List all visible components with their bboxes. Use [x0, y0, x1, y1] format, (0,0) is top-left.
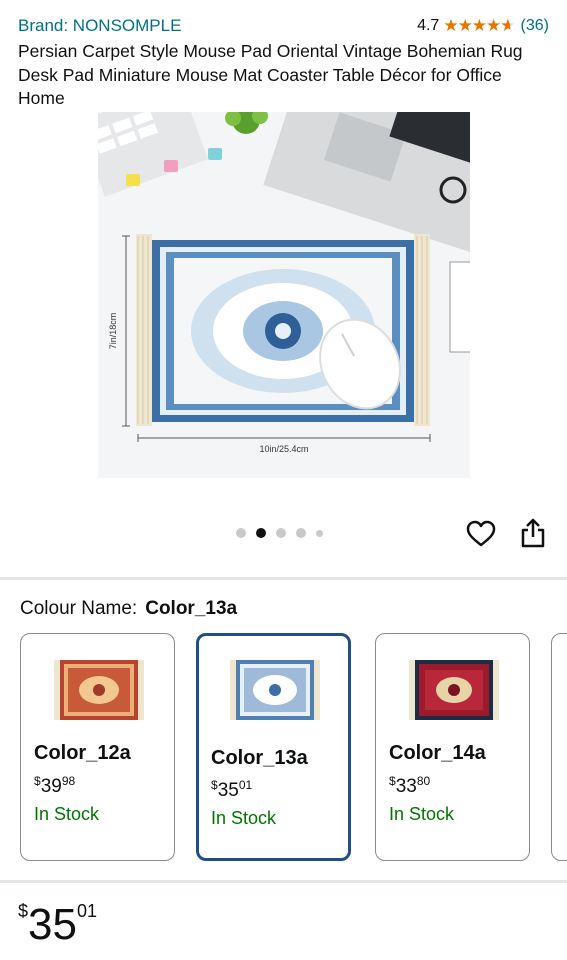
colour-swatch-option[interactable]: Color_12a $3998 In Stock — [20, 633, 175, 861]
price-currency: $ — [18, 901, 29, 921]
section-divider — [0, 880, 567, 883]
stock-status: In Stock — [389, 804, 455, 824]
star-icon: ★★★★★ ★ — [443, 16, 515, 35]
brand-link[interactable]: Brand: NONSOMPLE — [18, 16, 181, 36]
swatch-thumbnail — [54, 658, 144, 722]
carousel-dot[interactable] — [316, 529, 323, 537]
stock-status: In Stock — [34, 804, 100, 824]
rating-value: 4.7 — [417, 17, 440, 34]
swatch-name: Color_13a — [211, 747, 308, 769]
swatch-name: Color_14a — [389, 742, 486, 764]
swatch-price: $3501 — [211, 778, 253, 801]
swatch-name: Color_12a — [34, 742, 131, 764]
product-title: Persian Carpet Style Mouse Pad Oriental … — [18, 41, 523, 108]
colour-name-label: Colour Name: — [20, 598, 138, 619]
carousel-dots[interactable] — [236, 528, 333, 538]
colour-swatch-option[interactable]: Color_14a $3380 In Stock — [375, 633, 530, 861]
swatch-price: $3380 — [389, 774, 431, 797]
price-fraction: 01 — [76, 901, 97, 921]
colour-swatch-option-partial[interactable] — [551, 633, 567, 861]
swatch-thumbnail — [230, 658, 320, 722]
colour-name-heading: Colour Name: Color_13a — [20, 598, 237, 620]
product-header: Brand: NONSOMPLE 4.7 ★★★★★ ★ (36) Persian… — [0, 0, 567, 110]
rating-count[interactable]: (36) — [521, 17, 549, 35]
rating[interactable]: 4.7 ★★★★★ ★ (36) — [417, 16, 549, 36]
carousel-dot[interactable] — [276, 528, 286, 538]
price-whole: 35 — [28, 900, 77, 949]
colour-name-value: Color_13a — [145, 598, 238, 619]
stock-status: In Stock — [211, 808, 277, 828]
colour-swatch-option-selected[interactable]: Color_13a $3501 In Stock — [196, 633, 351, 861]
carousel-dot[interactable] — [236, 528, 246, 538]
carousel-dot-active[interactable] — [256, 528, 266, 538]
height-dimension-label: 7in/18cm — [108, 313, 118, 350]
swatch-thumbnail — [409, 658, 499, 722]
product-price: $3501 — [18, 900, 97, 950]
section-divider — [0, 577, 567, 580]
carousel-dot[interactable] — [296, 528, 306, 538]
product-photo: 7in/18cm 10in/25.4cm — [98, 112, 470, 478]
heart-icon[interactable] — [466, 520, 496, 548]
product-image[interactable]: 7in/18cm 10in/25.4cm — [98, 112, 470, 478]
swatch-price: $3998 — [34, 774, 76, 797]
share-icon[interactable] — [520, 518, 546, 548]
width-dimension-label: 10in/25.4cm — [259, 444, 308, 454]
